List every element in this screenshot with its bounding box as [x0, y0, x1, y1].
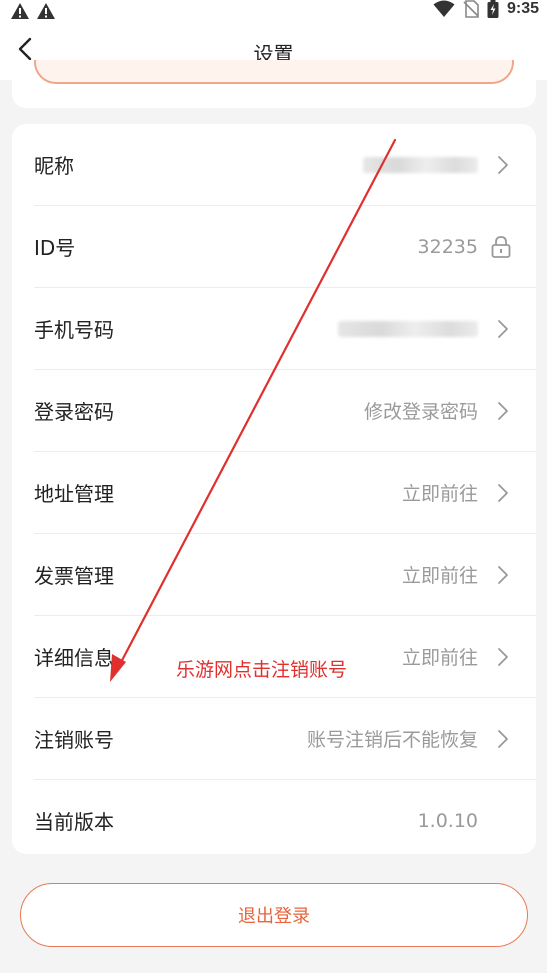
- settings-row-password[interactable]: 登录密码 修改登录密码: [34, 370, 536, 452]
- annotation-text: 乐游网点击注销账号: [176, 659, 348, 681]
- row-label: 手机号码: [34, 318, 114, 342]
- chevron-right-icon: [496, 565, 510, 585]
- chevron-right-icon: [496, 155, 510, 175]
- chevron-right-icon: [496, 319, 510, 339]
- battery-charging-icon: [487, 0, 499, 18]
- row-label: 发票管理: [34, 564, 114, 588]
- warning-icon: [36, 2, 56, 20]
- row-value: 32235: [417, 235, 478, 258]
- row-label: 注销账号: [34, 728, 114, 752]
- row-label: 详细信息: [34, 646, 114, 670]
- status-right: 9:35: [433, 0, 539, 18]
- chevron-right-icon: [496, 729, 510, 749]
- wifi-icon: [433, 0, 455, 18]
- row-value: 1.0.10: [417, 809, 478, 832]
- settings-row-id: ID号 32235: [34, 206, 536, 288]
- row-value: 立即前往: [401, 647, 478, 669]
- row-label: 昵称: [34, 154, 74, 178]
- row-label: 登录密码: [34, 400, 114, 424]
- settings-row-phone[interactable]: 手机号码: [34, 288, 536, 370]
- chevron-right-icon: [496, 647, 510, 667]
- settings-row-cancel-account[interactable]: 注销账号 账号注销后不能恢复: [34, 698, 536, 780]
- status-time: 9:35: [506, 0, 539, 17]
- row-label: ID号: [34, 236, 76, 260]
- top-card: [12, 60, 536, 108]
- lock-icon: [490, 235, 512, 259]
- status-left: [10, 2, 56, 20]
- settings-row-version: 当前版本 1.0.10: [34, 780, 536, 854]
- logout-button[interactable]: 退出登录: [20, 883, 528, 947]
- status-bar: 9:35: [0, 0, 547, 22]
- no-sim-icon: [463, 0, 479, 18]
- row-label: 当前版本: [34, 810, 114, 834]
- row-value: 立即前往: [401, 483, 478, 505]
- chevron-right-icon: [496, 483, 510, 503]
- chevron-right-icon: [496, 401, 510, 421]
- row-value: 立即前往: [401, 565, 478, 587]
- blurred-value: [363, 156, 478, 173]
- row-value: 修改登录密码: [363, 401, 478, 423]
- warning-icon: [10, 2, 30, 20]
- settings-row-invoice[interactable]: 发票管理 立即前往: [34, 534, 536, 616]
- row-label: 地址管理: [34, 482, 114, 506]
- settings-row-address[interactable]: 地址管理 立即前往: [34, 452, 536, 534]
- top-card-button[interactable]: [34, 60, 514, 84]
- settings-row-nickname[interactable]: 昵称: [34, 124, 536, 206]
- settings-list: 昵称 ID号 32235 手机号码 登录密码 修改登录密码 地址管理 立即前往: [12, 124, 536, 854]
- blurred-value: [338, 320, 478, 337]
- row-value: 账号注销后不能恢复: [306, 729, 478, 751]
